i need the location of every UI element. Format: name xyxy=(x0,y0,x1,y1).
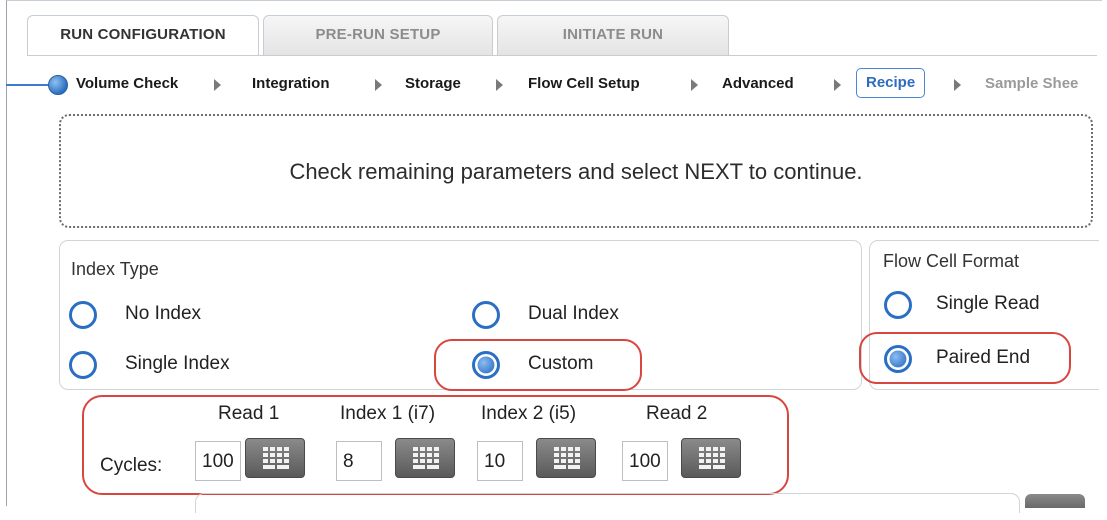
index1-cycles-input[interactable]: 8 xyxy=(336,441,382,481)
index2-keypad-button[interactable] xyxy=(536,438,596,478)
cycles-header-read2: Read 2 xyxy=(646,403,708,424)
step-flow-cell-setup[interactable]: Flow Cell Setup xyxy=(528,72,640,96)
read1-cycles-input[interactable]: 100 xyxy=(195,441,241,481)
keypad-icon xyxy=(554,447,580,469)
step-storage[interactable]: Storage xyxy=(405,72,461,96)
keypad-icon xyxy=(413,447,439,469)
index2-cycles-input[interactable]: 10 xyxy=(477,441,523,481)
read1-keypad-button[interactable] xyxy=(245,438,305,478)
chevron-right-icon xyxy=(496,79,503,91)
tab-divider xyxy=(27,55,1097,56)
tab-run-configuration[interactable]: RUN CONFIGURATION xyxy=(27,15,259,55)
radio-button-icon[interactable] xyxy=(69,301,97,329)
radio-single-index[interactable]: Single Index xyxy=(69,351,309,383)
paired-end-highlight xyxy=(859,332,1071,384)
radio-button-icon[interactable] xyxy=(69,351,97,379)
radio-label: Single Read xyxy=(936,293,1040,314)
radio-label: No Index xyxy=(125,303,202,324)
index-type-title: Index Type xyxy=(71,259,159,279)
current-step-dot-icon xyxy=(48,75,68,95)
step-integration[interactable]: Integration xyxy=(252,72,330,96)
step-progress-line xyxy=(6,84,54,86)
instruction-box: Check remaining parameters and select NE… xyxy=(59,114,1093,228)
radio-no-index[interactable]: No Index xyxy=(69,301,269,333)
chevron-right-icon xyxy=(834,79,841,91)
radio-label: Single Index xyxy=(125,353,230,374)
step-sample-sheet[interactable]: Sample Shee xyxy=(985,72,1078,96)
keypad-icon xyxy=(699,447,725,469)
read2-cycles-input[interactable]: 100 xyxy=(622,441,668,481)
radio-button-icon[interactable] xyxy=(472,301,500,329)
cycles-label: Cycles: xyxy=(100,455,163,476)
next-section-box xyxy=(195,493,1020,513)
step-volume-check[interactable]: Volume Check xyxy=(76,72,178,96)
index1-keypad-button[interactable] xyxy=(395,438,455,478)
step-advanced[interactable]: Advanced xyxy=(722,72,794,96)
chevron-right-icon xyxy=(375,79,382,91)
flow-cell-format-title: Flow Cell Format xyxy=(883,251,1020,271)
cycles-header-index2: Index 2 (i5) xyxy=(481,403,577,424)
cycles-header-index1: Index 1 (i7) xyxy=(340,403,436,424)
radio-dual-index[interactable]: Dual Index xyxy=(472,301,672,333)
cycles-header-read1: Read 1 xyxy=(218,403,280,424)
radio-single-read[interactable]: Single Read xyxy=(884,291,1094,323)
chevron-right-icon xyxy=(214,79,221,91)
tab-initiate-run[interactable]: INITIATE RUN xyxy=(497,15,729,55)
chevron-right-icon xyxy=(954,79,961,91)
keypad-icon xyxy=(263,447,289,469)
instruction-text: Check remaining parameters and select NE… xyxy=(289,159,863,184)
next-section-button[interactable] xyxy=(1025,494,1085,508)
radio-label: Dual Index xyxy=(528,303,619,324)
chevron-right-icon xyxy=(691,79,698,91)
custom-highlight xyxy=(434,339,642,391)
step-recipe[interactable]: Recipe xyxy=(856,68,926,98)
wizard-steps: Volume Check Integration Storage Flow Ce… xyxy=(0,62,1100,106)
radio-button-icon[interactable] xyxy=(884,291,912,319)
tab-pre-run-setup[interactable]: PRE-RUN SETUP xyxy=(263,15,493,55)
read2-keypad-button[interactable] xyxy=(681,438,741,478)
